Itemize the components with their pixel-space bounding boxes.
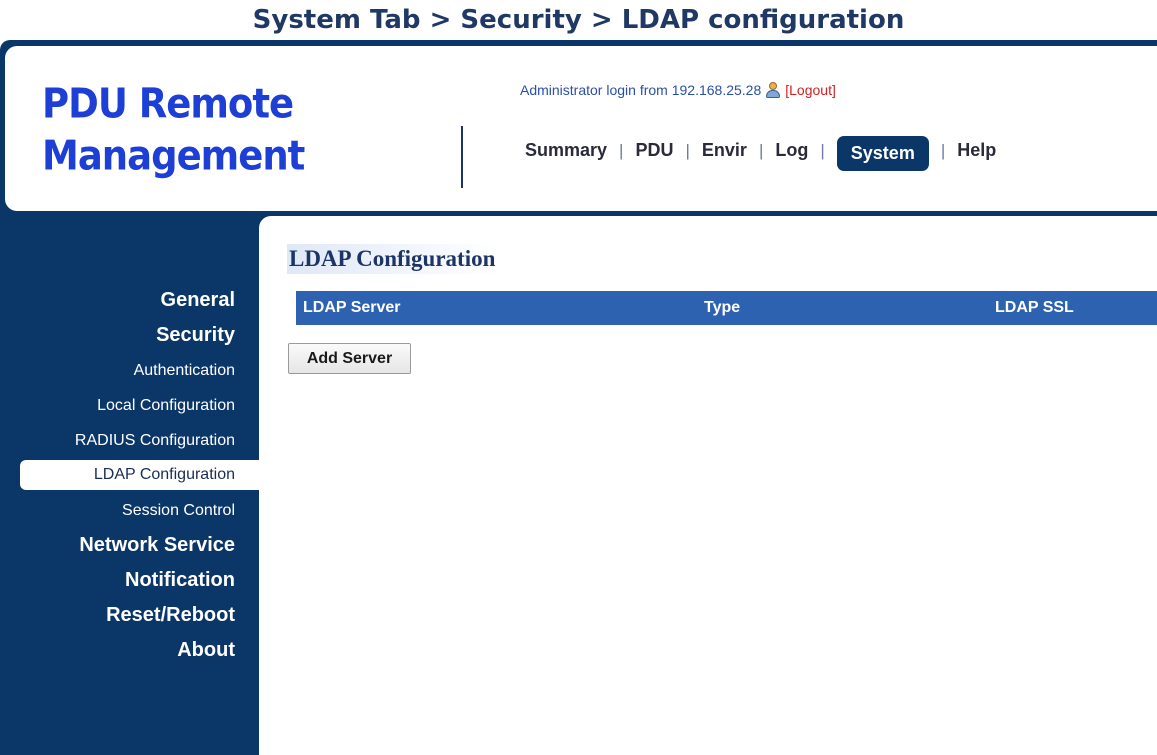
- nav-log[interactable]: Log: [775, 140, 808, 161]
- nav-help[interactable]: Help: [957, 140, 996, 161]
- nav-separator: |: [940, 140, 946, 160]
- add-server-button[interactable]: Add Server: [288, 343, 411, 374]
- sidebar-item-authentication[interactable]: Authentication: [0, 353, 259, 388]
- sidebar-item-network-service[interactable]: Network Service: [0, 528, 259, 563]
- login-bar: Administrator login from 192.168.25.28 […: [520, 82, 836, 98]
- column-header-ldap-server: LDAP Server: [303, 299, 401, 316]
- logo-line-2: Management: [42, 131, 305, 180]
- logo: PDU Remote Management: [42, 78, 305, 181]
- nav-separator: |: [685, 140, 690, 160]
- page-title: LDAP Configuration: [287, 244, 500, 274]
- nav-system[interactable]: System: [836, 136, 929, 171]
- header-divider: [461, 126, 463, 188]
- logout-link[interactable]: [Logout]: [785, 82, 836, 98]
- sidebar-item-reset-reboot[interactable]: Reset/Reboot: [0, 598, 259, 633]
- sidebar-item-general[interactable]: General: [0, 283, 259, 318]
- login-info: Administrator login from 192.168.25.28: [520, 82, 762, 98]
- column-header-type: Type: [704, 299, 741, 316]
- sidebar-item-radius-configuration[interactable]: RADIUS Configuration: [0, 423, 259, 458]
- sidebar-item-ldap-configuration[interactable]: LDAP Configuration: [20, 460, 259, 490]
- nav-summary[interactable]: Summary: [525, 140, 607, 161]
- nav-envir[interactable]: Envir: [702, 140, 747, 161]
- header: PDU Remote Management Administrator logi…: [5, 46, 1157, 211]
- column-header-ldap-ssl: LDAP SSL: [995, 299, 1074, 316]
- logo-line-1: PDU Remote: [42, 80, 294, 128]
- nav-separator: |: [619, 140, 624, 160]
- nav-pdu[interactable]: PDU: [635, 140, 673, 161]
- sidebar-item-security[interactable]: Security: [0, 318, 259, 353]
- sidebar-item-notification[interactable]: Notification: [0, 563, 259, 598]
- sidebar-item-about[interactable]: About: [0, 633, 259, 668]
- top-nav: Summary | PDU | Envir | Log | System | H…: [525, 130, 996, 171]
- main-content: LDAP Configuration LDAP Server Type LDAP…: [259, 216, 1157, 755]
- page-caption: System Tab > Security > LDAP configurati…: [252, 5, 905, 35]
- ldap-table-header: LDAP Server Type LDAP SSL: [296, 291, 1157, 325]
- nav-separator: |: [820, 140, 825, 160]
- sidebar-item-session-control[interactable]: Session Control: [0, 493, 259, 528]
- user-icon: [765, 82, 781, 98]
- sidebar-menu: General Security Authentication Local Co…: [0, 283, 259, 668]
- sidebar-item-local-configuration[interactable]: Local Configuration: [0, 388, 259, 423]
- nav-separator: |: [758, 140, 764, 160]
